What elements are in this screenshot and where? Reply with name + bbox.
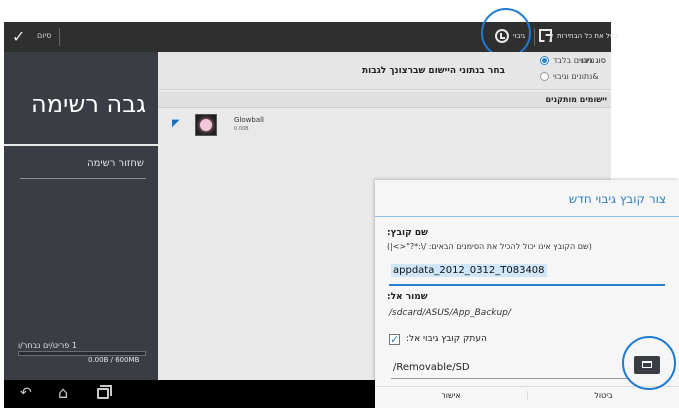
dialog-title: צור קובץ גיבוי חדש bbox=[568, 192, 666, 206]
radio-data-only[interactable] bbox=[540, 56, 549, 65]
installed-apps-header: יישומים מותקנים bbox=[158, 92, 611, 108]
filename-value[interactable]: appdata_2012_0312_T083408 bbox=[391, 264, 547, 277]
confirm-button[interactable]: אישור bbox=[375, 391, 527, 400]
selected-count: 1 פריט/ים נבחר/ו bbox=[18, 341, 77, 350]
save-to-label: שמור אל: bbox=[387, 292, 428, 302]
back-icon[interactable]: ↶ bbox=[20, 385, 32, 401]
radio-data-and-backup[interactable] bbox=[540, 72, 549, 81]
save-to-path: /sdcard/ASUS/App_Backup/ bbox=[389, 308, 511, 318]
removable-path[interactable]: /Removable/SD bbox=[393, 362, 470, 373]
cancel-button[interactable]: ביטול bbox=[527, 391, 679, 400]
recent-apps-icon[interactable] bbox=[97, 385, 112, 399]
sidebar: גבה רשימה שחזור רשימה 1 פריט/ים נבחר/ו 0… bbox=[4, 52, 158, 380]
removable-path-underline bbox=[391, 378, 629, 379]
divider bbox=[20, 178, 146, 179]
done-button[interactable]: סיום bbox=[37, 31, 51, 40]
done-check-icon[interactable]: ✓ bbox=[12, 28, 25, 46]
dialog-button-bar: אישור ביטול bbox=[375, 386, 679, 408]
highlight-circle bbox=[622, 336, 676, 390]
app-checkbox-icon[interactable]: ◤ bbox=[172, 118, 180, 129]
glowball-app-icon bbox=[195, 114, 217, 136]
select-all-icon[interactable] bbox=[539, 29, 552, 42]
page-title: גבה רשימה bbox=[31, 90, 146, 118]
radio-data-only-label[interactable]: נתונים בלבד bbox=[553, 56, 595, 65]
title-underline bbox=[4, 144, 158, 146]
screen: ✓ סיום גיבוי בטל את כל הבחירות גבה רשימה… bbox=[0, 0, 679, 408]
app-list-item[interactable]: ◤ Glowball 0.00B bbox=[158, 110, 611, 140]
restore-list-link[interactable]: שחזור רשימה bbox=[4, 158, 144, 169]
radio-data-and-backup-label[interactable]: &נתונים וגיבוי bbox=[553, 72, 599, 81]
storage-size-readout: 0.00B / 600MB bbox=[88, 356, 140, 364]
copy-backup-label: העתק קובץ גיבוי אל: bbox=[406, 334, 487, 344]
instruction-text: בחר בנתוני היישום שברצונך לגבות bbox=[362, 66, 505, 76]
filename-input[interactable]: appdata_2012_0312_T083408 bbox=[389, 262, 665, 286]
highlight-circle bbox=[481, 8, 531, 58]
filename-label: שם קובץ: bbox=[387, 228, 428, 238]
app-size: 0.00B bbox=[234, 126, 249, 132]
backup-type-panel: סוג גיבוי: נתונים בלבד &נתונים וגיבוי בח… bbox=[158, 52, 611, 90]
deselect-all-button[interactable]: בטל את כל הבחירות bbox=[557, 32, 618, 40]
home-icon[interactable]: ⌂ bbox=[58, 383, 68, 402]
app-name: Glowball bbox=[234, 116, 264, 124]
copy-backup-checkbox[interactable]: ✓ bbox=[389, 334, 400, 345]
dialog-title-divider bbox=[375, 216, 679, 217]
action-bar-divider bbox=[59, 28, 60, 46]
system-nav-bar: ↶ ⌂ bbox=[4, 380, 375, 408]
filename-hint: (שם הקובץ אינו יכול להכיל את הסימנים הבא… bbox=[387, 242, 592, 251]
installed-apps-label: יישומים מותקנים bbox=[545, 95, 607, 104]
action-bar-divider bbox=[534, 28, 535, 46]
